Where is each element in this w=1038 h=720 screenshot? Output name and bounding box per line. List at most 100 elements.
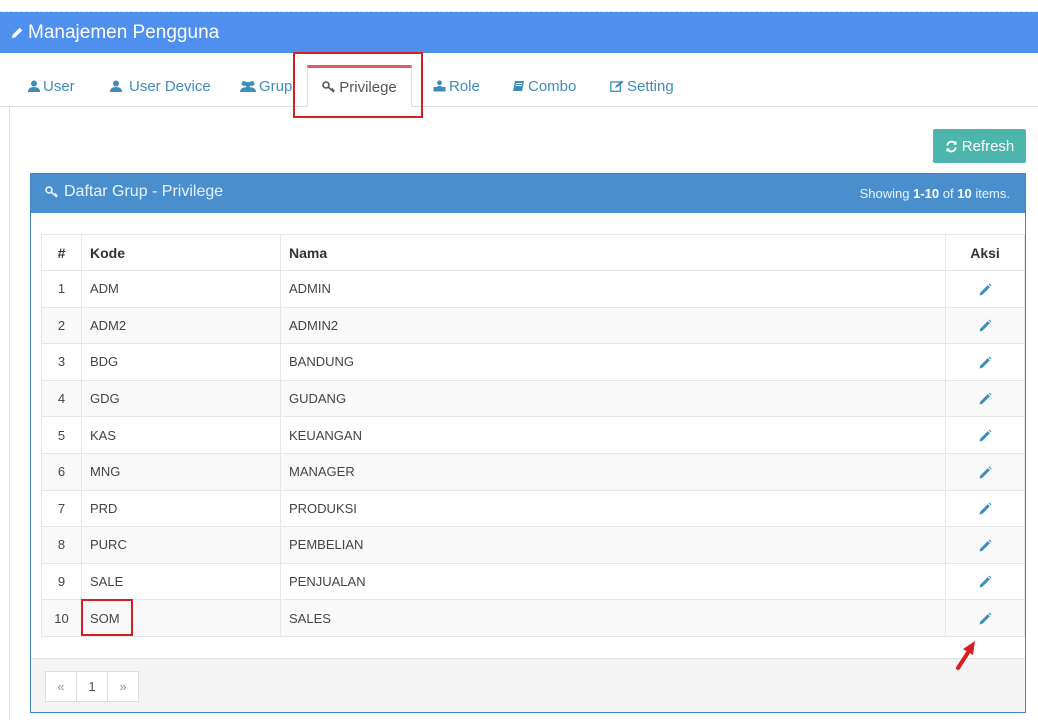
pagination: « 1 » <box>45 671 139 702</box>
cell-aksi <box>945 270 1025 308</box>
cell-nama: SALES <box>280 599 946 637</box>
tab-user-device[interactable]: User Device <box>110 65 211 107</box>
book-icon <box>513 81 524 91</box>
users-icon <box>240 81 256 92</box>
cell-kode: PURC <box>81 526 281 564</box>
pencil-edit-icon[interactable] <box>978 356 992 370</box>
panel-title: Daftar Grup - Privilege <box>45 183 223 201</box>
cell-aksi <box>945 489 1025 528</box>
cell-no: 7 <box>41 489 82 528</box>
cell-nama: ADMIN <box>280 270 946 308</box>
summary-prefix: Showing <box>859 186 910 201</box>
refresh-icon <box>946 140 957 152</box>
table-row: 1 ADM ADMIN <box>41 270 1025 308</box>
tab-label: User Device <box>129 77 211 95</box>
cell-kode: KAS <box>81 416 281 454</box>
cell-aksi <box>945 343 1025 381</box>
key-icon <box>322 81 336 93</box>
refresh-label: Refresh <box>961 137 1015 155</box>
refresh-button[interactable]: Refresh <box>933 129 1026 163</box>
cell-nama: MANAGER <box>280 452 946 491</box>
cell-aksi <box>945 379 1025 418</box>
privilege-panel: Daftar Grup - Privilege Showing 1-10 of … <box>30 173 1026 713</box>
panel-header: Daftar Grup - Privilege Showing 1-10 of … <box>31 174 1025 213</box>
pencil-edit-icon[interactable] <box>978 539 992 553</box>
sitemap-icon <box>433 80 446 92</box>
pagination-next[interactable]: » <box>107 671 139 702</box>
cell-no: 1 <box>41 270 82 308</box>
cell-kode: SOM <box>81 599 281 637</box>
pagination-page-1[interactable]: 1 <box>76 671 108 702</box>
pencil-icon <box>11 27 23 38</box>
content-border <box>9 107 10 720</box>
cell-no: 6 <box>41 452 82 491</box>
edit-icon <box>610 80 624 92</box>
table-row: 9 SALE PENJUALAN <box>41 562 1025 601</box>
cell-kode: MNG <box>81 452 281 491</box>
summary-range: 1-10 <box>913 186 940 201</box>
pencil-edit-icon[interactable] <box>978 392 992 406</box>
col-header-no[interactable]: # <box>41 234 82 271</box>
cell-kode: BDG <box>81 343 281 381</box>
cell-no: 10 <box>41 599 82 637</box>
panel-footer: « 1 » <box>31 658 1025 712</box>
table-row: 2 ADM2 ADMIN2 <box>41 306 1025 345</box>
tab-label: Grup <box>259 77 293 95</box>
table-row: 3 BDG BANDUNG <box>41 343 1025 381</box>
pencil-edit-icon[interactable] <box>978 575 992 589</box>
cell-kode: GDG <box>81 379 281 418</box>
items-summary: Showing 1-10 of 10 items. <box>860 186 1010 201</box>
col-header-nama[interactable]: Nama <box>280 234 946 271</box>
summary-suffix: items. <box>975 186 1010 201</box>
pencil-edit-icon[interactable] <box>978 612 992 626</box>
user-icon <box>28 80 40 92</box>
table-row: 6 MNG MANAGER <box>41 452 1025 491</box>
pencil-edit-icon[interactable] <box>978 502 992 516</box>
table-row: 8 PURC PEMBELIAN <box>41 526 1025 564</box>
page-title: Manajemen Pengguna <box>28 21 220 43</box>
cell-no: 3 <box>41 343 82 381</box>
tab-role[interactable]: Role <box>433 65 480 107</box>
table-row: 4 GDG GUDANG <box>41 379 1025 418</box>
top-strip <box>0 0 1038 12</box>
pencil-edit-icon[interactable] <box>978 429 992 443</box>
cell-nama: ADMIN2 <box>280 306 946 345</box>
cell-kode: ADM2 <box>81 306 281 345</box>
cell-nama: PEMBELIAN <box>280 526 946 564</box>
tab-label: Setting <box>627 77 674 95</box>
cell-aksi <box>945 599 1025 637</box>
table-row: 7 PRD PRODUKSI <box>41 489 1025 528</box>
page-header: Manajemen Pengguna <box>0 12 1038 53</box>
tab-bar: User User Device Grup Privilege Role Com… <box>0 53 1038 107</box>
privilege-table: # Kode Nama Aksi 1 ADM ADMIN 2 ADM2 ADMIN2 3 BD… <box>41 234 1025 637</box>
tab-privilege[interactable]: Privilege <box>307 65 412 107</box>
tab-combo[interactable]: Combo <box>512 65 576 107</box>
summary-of: of <box>942 186 954 201</box>
summary-total: 10 <box>957 186 972 201</box>
cell-nama: KEUANGAN <box>280 416 946 454</box>
col-header-kode[interactable]: Kode <box>81 234 281 271</box>
pencil-edit-icon[interactable] <box>978 283 992 297</box>
cell-kode: ADM <box>81 270 281 308</box>
panel-title-text: Daftar Grup - Privilege <box>64 183 224 200</box>
cell-aksi <box>945 306 1025 345</box>
pencil-edit-icon[interactable] <box>978 319 992 333</box>
pencil-edit-icon[interactable] <box>978 466 992 480</box>
tab-grup[interactable]: Grup <box>240 65 292 107</box>
table-row: 10 SOM SALES <box>41 599 1025 637</box>
cell-nama: PRODUKSI <box>280 489 946 528</box>
cell-no: 4 <box>41 379 82 418</box>
cell-no: 5 <box>41 416 82 454</box>
key-icon <box>45 186 58 198</box>
cell-kode: SALE <box>81 562 281 601</box>
cell-aksi <box>945 526 1025 564</box>
cell-no: 8 <box>41 526 82 564</box>
cell-nama: GUDANG <box>280 379 946 418</box>
cell-no: 9 <box>41 562 82 601</box>
cell-aksi <box>945 416 1025 454</box>
table-row: 5 KAS KEUANGAN <box>41 416 1025 454</box>
tab-user[interactable]: User <box>28 65 75 107</box>
tab-setting[interactable]: Setting <box>610 65 674 107</box>
pagination-prev[interactable]: « <box>45 671 77 702</box>
user-icon <box>110 80 122 92</box>
